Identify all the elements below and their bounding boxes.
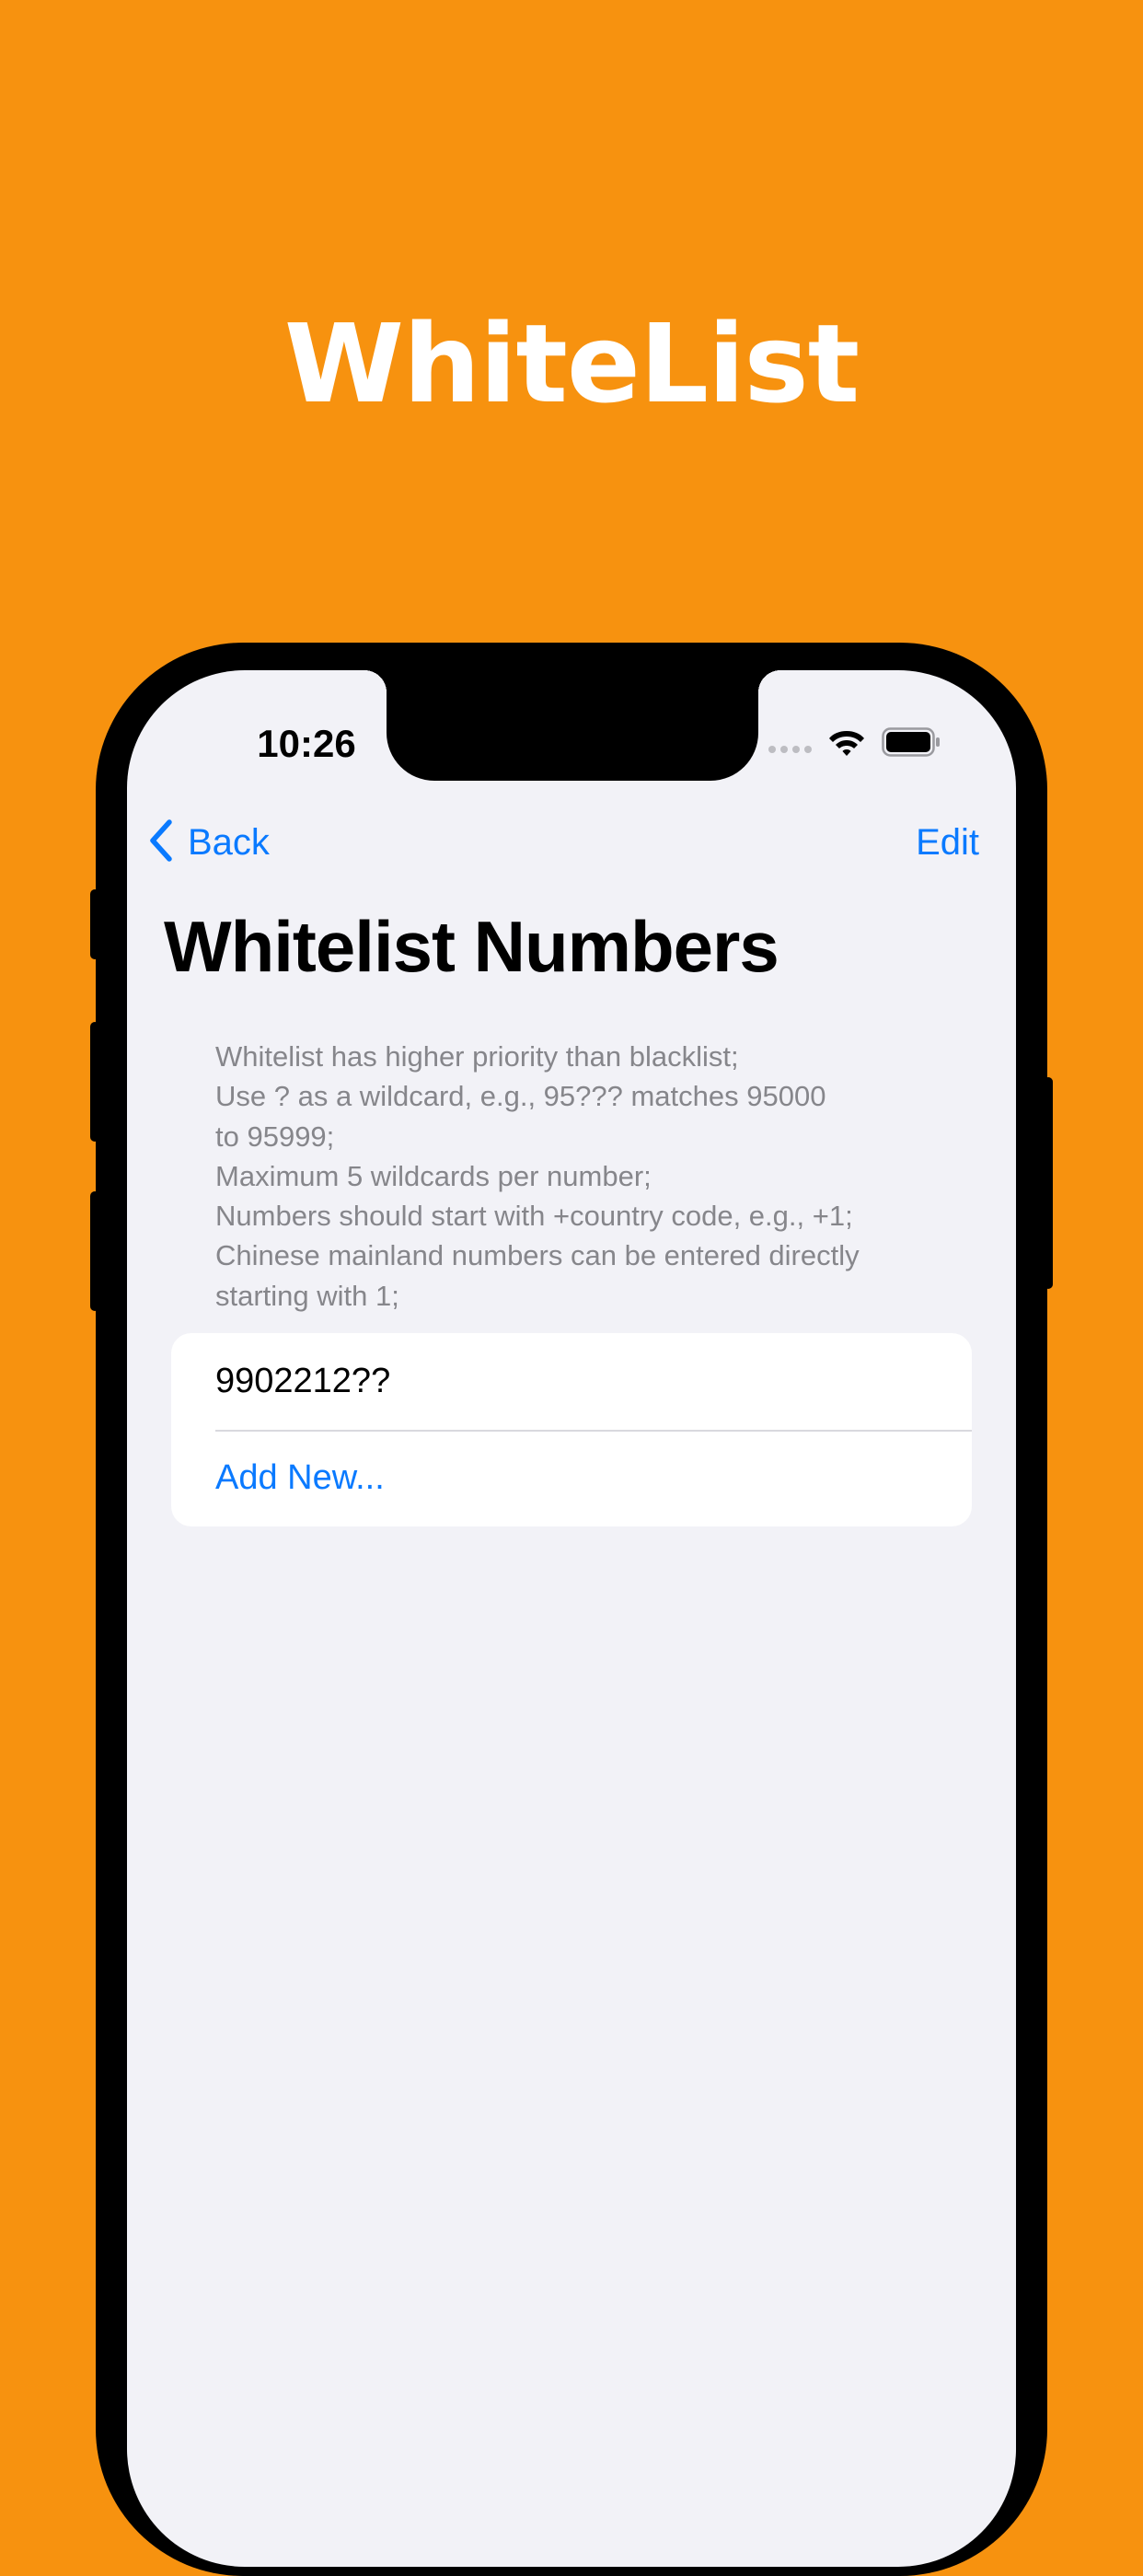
silent-switch xyxy=(90,889,99,959)
volume-up-button xyxy=(90,1022,99,1142)
whitelist-number-row[interactable]: 9902212?? xyxy=(215,1333,972,1432)
instruction-line: Whitelist has higher priority than black… xyxy=(215,1040,739,1073)
phone-screen: 10:26 Back Edit Whitelist Numbers Whitel… xyxy=(127,670,1016,2567)
phone-frame: 10:26 Back Edit Whitelist Numbers Whitel… xyxy=(90,643,1053,2576)
status-icons xyxy=(768,725,941,762)
instruction-line: Chinese mainland numbers can be entered … xyxy=(215,1239,860,1272)
instruction-line: Maximum 5 wildcards per number; xyxy=(215,1159,652,1192)
back-button[interactable]: Back xyxy=(147,810,270,875)
back-label: Back xyxy=(188,821,270,863)
status-time: 10:26 xyxy=(257,722,356,765)
chevron-left-icon xyxy=(147,818,175,867)
cellular-signal-icon xyxy=(768,746,812,753)
power-button xyxy=(1044,1077,1053,1289)
instruction-line: to 95999; xyxy=(215,1120,335,1153)
instruction-line: Numbers should start with +country code,… xyxy=(215,1200,853,1233)
edit-button[interactable]: Edit xyxy=(916,810,979,875)
notch xyxy=(364,670,780,781)
volume-down-button xyxy=(90,1191,99,1311)
wifi-icon xyxy=(828,727,865,761)
page-title: Whitelist Numbers xyxy=(164,906,779,987)
hero-title: WhiteList xyxy=(283,300,860,427)
add-new-button[interactable]: Add New... xyxy=(215,1430,972,1526)
whitelist-group: 9902212?? Add New... xyxy=(171,1333,972,1526)
battery-icon xyxy=(882,726,941,761)
instructions-text: Whitelist has higher priority than black… xyxy=(215,1037,933,1316)
instruction-line: starting with 1; xyxy=(215,1279,399,1312)
instruction-line: Use ? as a wildcard, e.g., 95??? matches… xyxy=(215,1080,826,1113)
